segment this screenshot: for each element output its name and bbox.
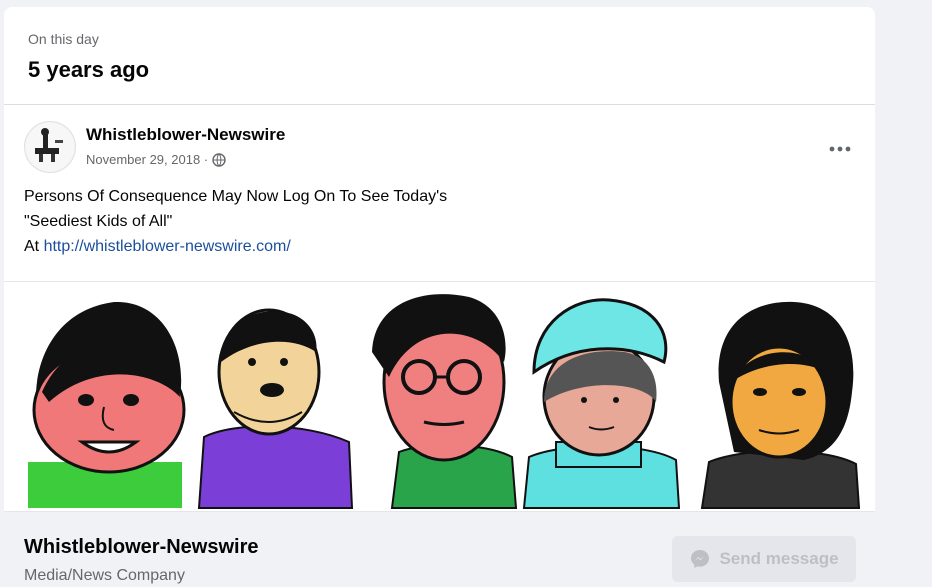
post-link[interactable]: http://whistleblower-newswire.com/ [44,238,291,255]
on-this-day-label: On this day [28,31,99,47]
post-author-link[interactable]: Whistleblower-Newswire [86,125,285,145]
footer-category: Media/News Company [24,567,185,584]
footer-page-name[interactable]: Whistleblower-Newswire [24,536,259,559]
cartoon-face-5 [700,301,861,509]
divider [4,104,875,105]
memory-title: 5 years ago [28,57,150,82]
globe-icon [212,152,226,167]
avatar[interactable] [24,121,76,173]
cartoon-face-1 [28,301,186,508]
page-footer: Whistleblower-Newswire Media/News Compan… [4,511,875,587]
post-date[interactable]: November 29, 2018 · [86,152,208,167]
send-message-label: Send message [719,549,839,568]
post-text-prefix: At [24,238,44,255]
post-meta: November 29, 2018 · [86,152,226,167]
cartoon-face-3 [372,294,518,509]
cartoon-faces-illustration [28,294,861,509]
cartoon-face-2 [197,308,354,509]
cartoon-face-4 [522,298,681,509]
post-text-line-2: "Seediest Kids of All" [24,213,173,230]
memory-header: On this day 5 years ago [28,31,149,83]
memory-card: On this day 5 years ago Whistleblower-Ne… [4,7,875,587]
messenger-icon [689,548,711,570]
post-text-line-3: At http://whistleblower-newswire.com/ [24,234,447,259]
post-text-line-1: Persons Of Consequence May Now Log On To… [24,188,448,205]
send-message-button[interactable]: Send message [672,536,856,582]
post-image[interactable] [4,281,875,511]
post-text: Persons Of Consequence May Now Log On To… [24,184,447,259]
post-header: Whistleblower-Newswire November 29, 2018… [24,121,855,173]
more-options-icon[interactable] [825,139,855,159]
